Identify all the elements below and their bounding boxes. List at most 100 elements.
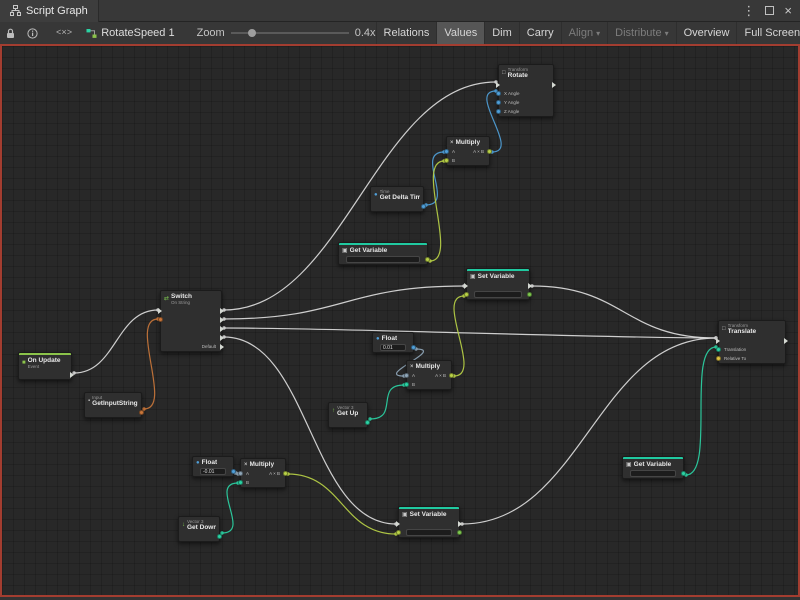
node-vector3-get-down[interactable]: ↓Vector 3Get Down xyxy=(178,516,220,542)
input-port-val[interactable] xyxy=(444,149,449,154)
maximize-icon[interactable] xyxy=(765,6,774,15)
node-header: ▣Get Variable xyxy=(623,459,683,469)
node-field[interactable] xyxy=(474,291,522,298)
toolbar-button-relations[interactable]: Relations xyxy=(376,22,437,44)
node-get-input-string[interactable]: ▪InputGetInputString xyxy=(84,392,142,418)
node-header: ↑Vector 3Get Up xyxy=(329,403,367,418)
zoom-value: 0.4x xyxy=(355,27,376,39)
input-port-val[interactable] xyxy=(404,382,409,387)
node-header: ●Float xyxy=(193,457,233,467)
toolbar-button-distribute[interactable]: Distribute▾ xyxy=(607,22,675,44)
toolbar-button-align[interactable]: Align▾ xyxy=(561,22,607,44)
node-get-delta-time[interactable]: ●TimeGet Delta Time xyxy=(370,186,424,212)
info-icon[interactable] xyxy=(21,22,44,44)
node-field[interactable]: 0.01 xyxy=(380,344,406,351)
tab-script-graph[interactable]: Script Graph xyxy=(0,0,99,22)
node-field[interactable]: -0.01 xyxy=(200,468,226,475)
node-port-row: AA × B xyxy=(407,371,451,380)
output-port-val[interactable] xyxy=(681,471,686,476)
toolbar-button-overview[interactable]: Overview xyxy=(676,22,737,44)
node-field[interactable] xyxy=(630,470,676,477)
output-port-val[interactable] xyxy=(425,257,430,262)
input-port-flow[interactable] xyxy=(464,283,468,289)
input-port-val[interactable] xyxy=(496,91,501,96)
input-port-val[interactable] xyxy=(716,356,721,361)
node-field[interactable] xyxy=(406,529,452,536)
output-port-flow[interactable] xyxy=(528,283,532,289)
output-port-val[interactable] xyxy=(449,373,454,378)
node-set-variable-1[interactable]: ▣Set Variable xyxy=(466,268,530,300)
output-port-flow[interactable] xyxy=(220,326,224,332)
node-subtitle: On String xyxy=(171,300,192,305)
input-port-flow[interactable] xyxy=(158,308,162,314)
cube-icon: □ xyxy=(722,326,726,332)
node-rotate[interactable]: □TransformRotateX AngleY AngleZ Angle xyxy=(498,64,554,117)
edit-graph-icon[interactable]: <×> xyxy=(50,22,78,44)
node-title: On Update xyxy=(28,357,61,364)
node-title: Translate xyxy=(728,328,757,335)
node-header: ×Multiply xyxy=(241,459,285,469)
node-multiply-3[interactable]: ×MultiplyAA × BB xyxy=(240,458,286,488)
input-port-val[interactable] xyxy=(464,292,469,297)
node-port-row xyxy=(329,418,367,427)
output-port-flow[interactable] xyxy=(784,338,788,344)
toolbar-button-carry[interactable]: Carry xyxy=(519,22,561,44)
input-port-flow[interactable] xyxy=(716,338,720,344)
node-float-2[interactable]: ●Float-0.01 xyxy=(192,456,234,477)
input-port-val[interactable] xyxy=(496,100,501,105)
node-translate[interactable]: □TransformTranslateTranslationRelative T… xyxy=(718,320,786,364)
graph-canvas[interactable]: ■On UpdateEvent ▪InputGetInputString ⇄Swit… xyxy=(0,44,800,597)
input-port-val[interactable] xyxy=(444,158,449,163)
input-port-val[interactable] xyxy=(496,109,501,114)
node-title: Multiply xyxy=(250,461,275,468)
input-port-val[interactable] xyxy=(396,530,401,535)
node-get-variable-2[interactable]: ▣Get Variable xyxy=(622,456,684,479)
output-port-val[interactable] xyxy=(527,292,532,297)
lock-icon[interactable] xyxy=(0,22,21,44)
close-icon[interactable]: × xyxy=(784,4,792,17)
zoom-slider[interactable] xyxy=(231,26,349,40)
input-port-flow[interactable] xyxy=(396,521,400,527)
vec-down-icon: ↓ xyxy=(182,522,185,528)
output-port-flow[interactable] xyxy=(220,308,224,314)
output-port-flow[interactable] xyxy=(220,335,224,341)
output-port-val[interactable] xyxy=(487,149,492,154)
output-port-val[interactable] xyxy=(217,534,222,539)
toolbar-button-dim[interactable]: Dim xyxy=(484,22,519,44)
graph-breadcrumb[interactable]: RotateSpeed 1 xyxy=(78,22,182,44)
output-port-val[interactable] xyxy=(365,420,370,425)
window-menu-icon[interactable]: ⋮ xyxy=(742,4,755,17)
node-multiply-2[interactable]: ×MultiplyAA × BB xyxy=(406,360,452,390)
node-float-1[interactable]: ●Float0.01 xyxy=(372,332,414,353)
input-port-val[interactable] xyxy=(238,471,243,476)
input-port-val[interactable] xyxy=(158,317,163,322)
node-on-update[interactable]: ■On UpdateEvent xyxy=(18,352,72,380)
toolbar-button-values[interactable]: Values xyxy=(436,22,484,44)
node-set-variable-2[interactable]: ▣Set Variable xyxy=(398,506,460,538)
output-port-val[interactable] xyxy=(231,469,236,474)
input-port-val[interactable] xyxy=(238,480,243,485)
toolbar-button-full-screen[interactable]: Full Screen xyxy=(736,22,800,44)
node-field[interactable] xyxy=(346,256,420,263)
zoom-slider-handle[interactable] xyxy=(248,29,256,37)
node-multiply-1[interactable]: ×MultiplyAA × BB xyxy=(446,136,490,166)
output-port-flow[interactable] xyxy=(458,521,462,527)
output-port-flow[interactable] xyxy=(220,317,224,323)
node-vector3-get-up[interactable]: ↑Vector 3Get Up xyxy=(328,402,368,428)
output-port-val[interactable] xyxy=(421,204,426,209)
output-port-flow[interactable] xyxy=(220,344,224,350)
output-port-val[interactable] xyxy=(283,471,288,476)
node-switch-on-string[interactable]: ⇄SwitchOn StringDefault xyxy=(160,290,222,352)
output-port-val[interactable] xyxy=(139,410,144,415)
input-port-flow[interactable] xyxy=(496,82,500,88)
output-port-val[interactable] xyxy=(411,345,416,350)
output-port-flow[interactable] xyxy=(552,82,556,88)
input-port-val[interactable] xyxy=(404,373,409,378)
output-port-flow[interactable] xyxy=(70,372,74,378)
port-label: X Angle xyxy=(504,91,520,96)
node-header: ↓Vector 3Get Down xyxy=(179,517,219,532)
node-get-variable-1[interactable]: ▣Get Variable xyxy=(338,242,428,265)
input-port-val[interactable] xyxy=(716,347,721,352)
output-port-val[interactable] xyxy=(457,530,462,535)
node-port-row xyxy=(371,202,423,211)
